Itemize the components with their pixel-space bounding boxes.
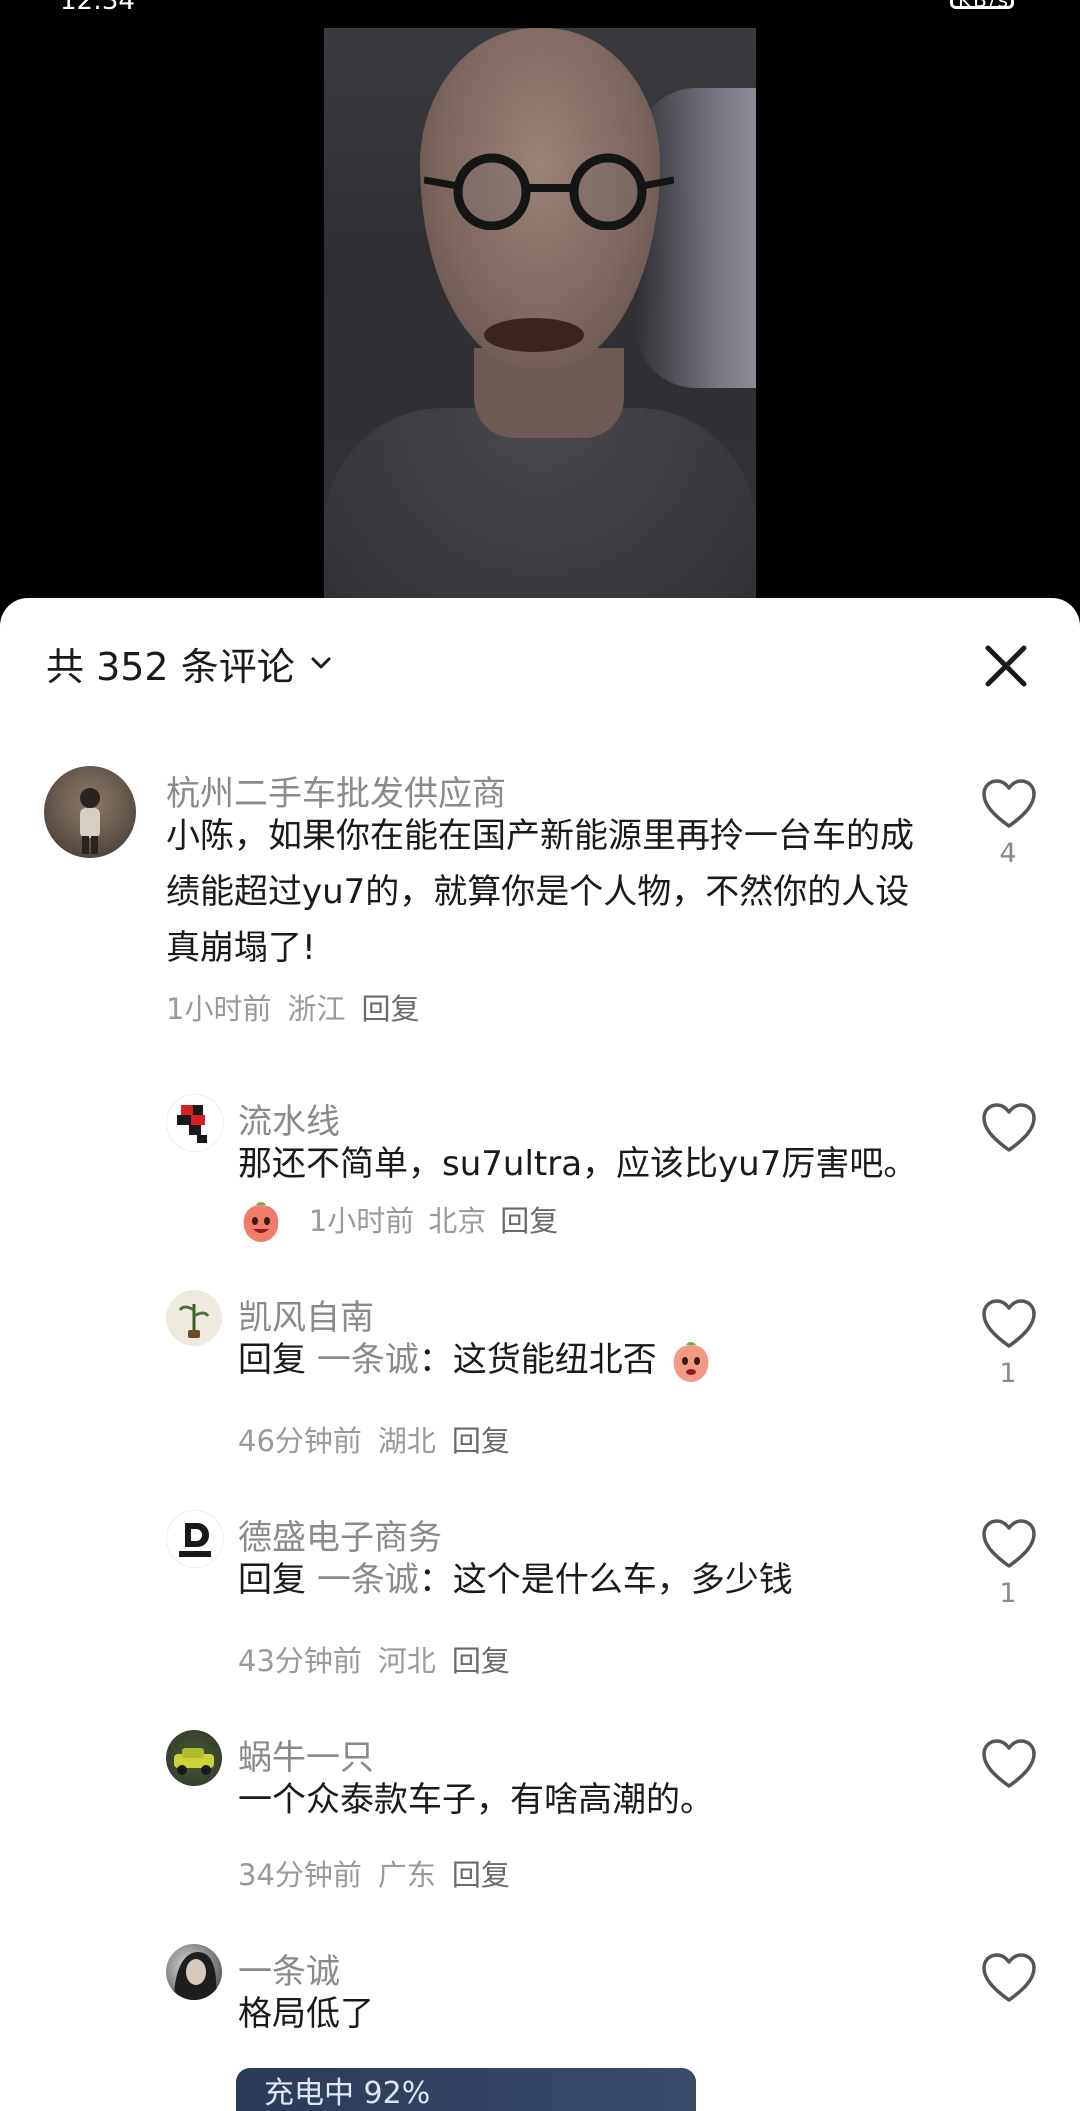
status-time: 12:34 xyxy=(60,0,135,16)
reply-prefix: 回复 xyxy=(238,1560,306,1600)
plant-avatar-icon xyxy=(178,1304,210,1338)
comment-time: 1小时前 xyxy=(166,992,272,1026)
chevron-down-icon[interactable] xyxy=(305,647,337,679)
like-count: 1 xyxy=(999,1358,1017,1389)
comment-time: 1小时前 xyxy=(308,1204,415,1238)
heart-outline-icon[interactable] xyxy=(980,1952,1038,2004)
comment-location: 广东 xyxy=(377,1858,436,1892)
avatar[interactable] xyxy=(166,1510,224,1568)
comment-text-body: ：这个是什么车，多少钱 xyxy=(418,1560,793,1600)
comment-text: 小陈，如果你在能在国产新能源里再拎一台车的成绩能超过yu7的，就算你是个人物，不… xyxy=(166,816,914,968)
comment-meta: 43分钟前 河北 回复 xyxy=(238,1638,526,1680)
reply-button[interactable]: 回复 xyxy=(500,1204,558,1238)
peach-emoji-icon xyxy=(673,1341,709,1382)
charging-card[interactable]: 充电中 92% xyxy=(236,2068,696,2111)
like-count: 4 xyxy=(999,838,1017,869)
peach-emoji-icon xyxy=(243,1201,279,1242)
heart-outline-icon[interactable] xyxy=(980,778,1038,830)
person-icon xyxy=(80,788,100,854)
comment-meta: 34分钟前 广东 回复 xyxy=(238,1852,526,1894)
app-root: 12:34 KB/s 共 352 条评论 杭州二手车批发供应商 小陈，如果你在能… xyxy=(0,0,1080,2111)
heart-outline-icon[interactable] xyxy=(980,1298,1038,1350)
logo-avatar-icon xyxy=(179,1523,211,1557)
reply-button[interactable]: 回复 xyxy=(452,1424,510,1458)
comment-location: 北京 xyxy=(428,1204,487,1238)
video-person-glasses xyxy=(424,153,674,230)
comment-location: 湖北 xyxy=(377,1424,436,1458)
comment-time: 34分钟前 xyxy=(238,1858,362,1892)
close-icon[interactable] xyxy=(978,638,1034,694)
comment-location: 浙江 xyxy=(287,992,346,1026)
comment-text-body: 那还不简单，su7ultra，应该比yu7厉害吧。 xyxy=(238,1144,918,1184)
battery-icon xyxy=(950,0,1014,9)
comment-time: 43分钟前 xyxy=(238,1644,362,1678)
like-count: 1 xyxy=(999,1578,1017,1609)
reply-button[interactable]: 回复 xyxy=(452,1644,510,1678)
reply-button[interactable]: 回复 xyxy=(361,992,419,1026)
avatar[interactable] xyxy=(166,1094,224,1152)
video-player[interactable] xyxy=(324,28,756,608)
video-person-shirt xyxy=(324,408,756,608)
comment-time: 46分钟前 xyxy=(238,1424,362,1458)
reply-button[interactable]: 回复 xyxy=(452,1858,510,1892)
comment-meta: 1小时前 北京 回复 xyxy=(295,1204,558,1238)
comment-meta: 46分钟前 湖北 回复 xyxy=(238,1418,526,1460)
comment-location: 河北 xyxy=(377,1644,436,1678)
portrait-avatar-icon xyxy=(174,1952,217,2000)
comment-text: 回复 一条诚：这货能纽北否 xyxy=(238,1332,918,1388)
avatar[interactable] xyxy=(44,766,136,858)
heart-outline-icon[interactable] xyxy=(980,1102,1038,1154)
comment-text: 格局低了 xyxy=(238,1994,374,2034)
comment-header[interactable]: 共 352 条评论 xyxy=(46,636,337,691)
heart-outline-icon[interactable] xyxy=(980,1518,1038,1570)
avatar[interactable] xyxy=(166,1290,222,1346)
charging-label: 充电中 92% xyxy=(264,2076,431,2111)
comment-meta: 1小时前 浙江 回复 xyxy=(166,986,435,1028)
heart-outline-icon[interactable] xyxy=(980,1738,1038,1790)
comment-text-body: ：这货能纽北否 xyxy=(418,1340,657,1380)
pixel-avatar-icon xyxy=(177,1105,207,1143)
avatar[interactable] xyxy=(166,1944,222,2000)
status-bar: 12:34 KB/s xyxy=(0,0,1080,28)
comment-text: 那还不简单，su7ultra，应该比yu7厉害吧。 1小时前 北京 回复 xyxy=(238,1136,918,1249)
car-avatar-icon xyxy=(174,1748,214,1775)
comment-text: 一个众泰款车子，有啥高潮的。 xyxy=(238,1780,714,1820)
reply-target[interactable]: 一条诚 xyxy=(317,1560,419,1600)
avatar[interactable] xyxy=(166,1730,222,1786)
reply-target[interactable]: 一条诚 xyxy=(317,1340,419,1380)
reply-prefix: 回复 xyxy=(238,1340,306,1380)
comment-text: 回复 一条诚：这个是什么车，多少钱 xyxy=(238,1552,918,1608)
comment-panel: 共 352 条评论 杭州二手车批发供应商 小陈，如果你在能在国产新能源里再拎一台… xyxy=(0,598,1080,2111)
video-person-mouth xyxy=(484,318,584,352)
comment-count[interactable]: 共 352 条评论 xyxy=(46,636,295,691)
